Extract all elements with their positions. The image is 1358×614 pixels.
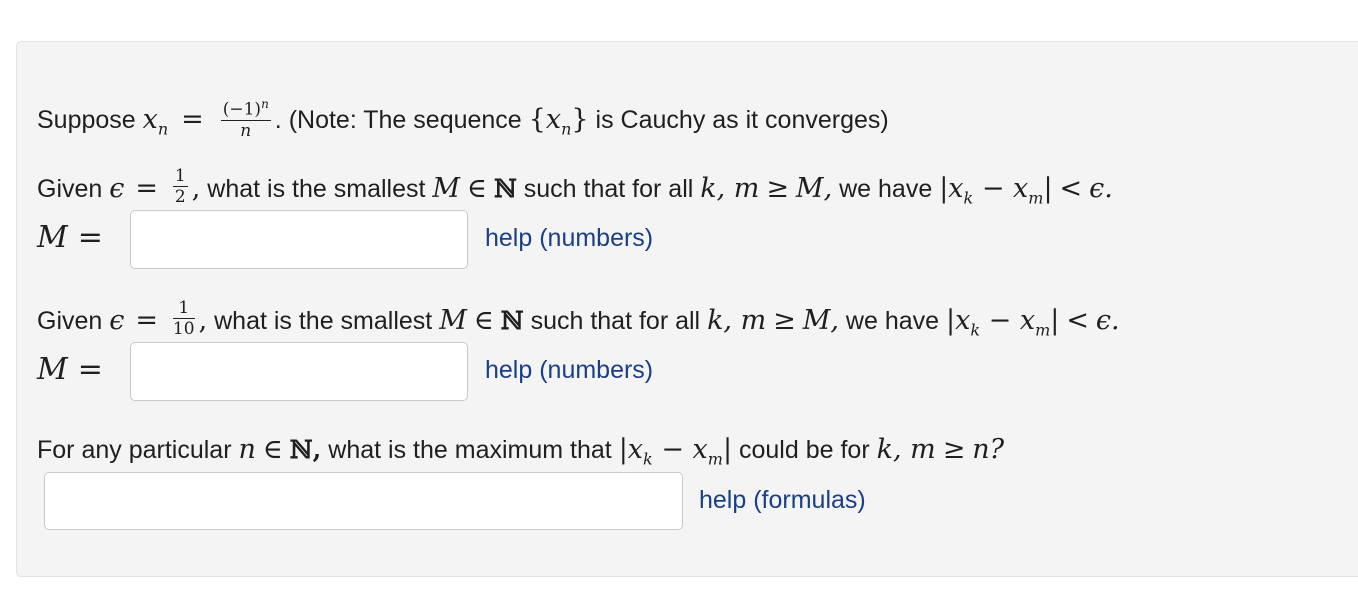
q2-help-numbers-link[interactable]: help (numbers) <box>485 352 653 388</box>
intro-prefix: Suppose <box>37 105 136 134</box>
q3-answer-input[interactable] <box>44 472 683 530</box>
q2-m-label: M = <box>37 352 103 387</box>
intro-xn: xn <box>142 103 169 139</box>
intro-note-a: . (Note: The sequence <box>274 105 522 134</box>
q1-m-label: M = <box>37 220 103 255</box>
problem-intro: Suppose xn = (−1)n n . (Note: The sequen… <box>37 97 889 147</box>
q2-answer-input[interactable] <box>130 342 468 401</box>
intro-fraction: (−1)n n <box>220 94 271 141</box>
q3-help-formulas-link[interactable]: help (formulas) <box>699 482 866 518</box>
intro-equals: = <box>181 103 204 135</box>
intro-note-b: is Cauchy as it converges) <box>595 105 889 134</box>
q2-fraction: 1 10 <box>172 298 195 339</box>
question-3: For any particular n ∈ ℕ, what is the ma… <box>37 434 1005 469</box>
q1-answer-input[interactable] <box>130 210 468 269</box>
intro-sequence: {xn} <box>528 103 589 139</box>
q1-help-numbers-link[interactable]: help (numbers) <box>485 220 653 256</box>
q1-fraction: 1 2 <box>172 166 188 207</box>
